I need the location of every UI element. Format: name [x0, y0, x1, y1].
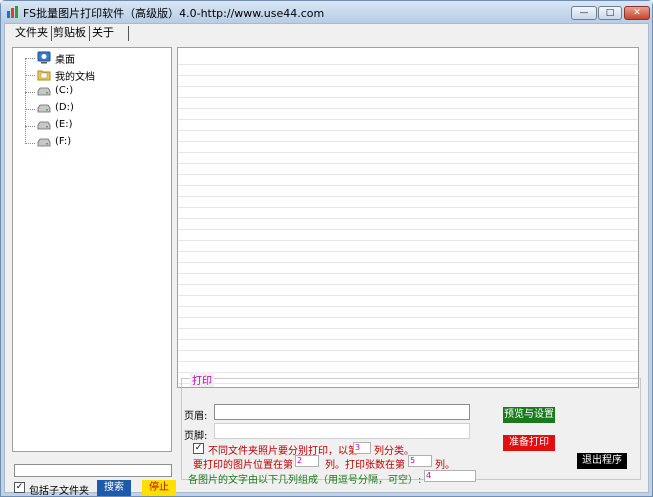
tree-item-desktop[interactable]: 桌面 [13, 50, 163, 66]
separate-folder-checkbox[interactable]: ✓ [193, 443, 204, 454]
list-row-line [178, 97, 638, 98]
list-row-line [178, 119, 638, 120]
drive-icon [37, 121, 51, 130]
list-row-line [178, 86, 638, 87]
tab-clipboard[interactable]: 剪贴板 [50, 26, 90, 41]
list-row-line [178, 251, 638, 252]
tree-item-drive-d[interactable]: (D:) [13, 101, 163, 117]
separate-folder-text-a: 不同文件夹照片要分别打印，以第 [208, 446, 358, 457]
list-row-line [178, 207, 638, 208]
image-position-text-a: 要打印的图片位置在第 [193, 460, 293, 471]
separate-column-input[interactable]: 3 [353, 442, 371, 454]
title-bar[interactable]: FS批量图片打印软件（高级版）4.0-http://www.use44.com … [1, 1, 652, 23]
header-label: 页眉: [184, 411, 208, 422]
list-row-line [178, 141, 638, 142]
tree-item-label: (D:) [55, 102, 74, 113]
path-input[interactable] [14, 464, 172, 477]
include-subfolders-checkbox[interactable]: ✓ [14, 482, 25, 493]
maximize-button[interactable]: □ [598, 6, 622, 20]
drive-icon [37, 138, 51, 147]
image-position-text-c: 列。 [435, 460, 455, 471]
window-title: FS批量图片打印软件（高级版）4.0-http://www.use44.com [23, 7, 325, 20]
list-row-line [178, 273, 638, 274]
list-row-line [178, 262, 638, 263]
list-row-line [178, 75, 638, 76]
footer-input[interactable] [214, 423, 470, 439]
tree-item-drive-e[interactable]: (E:) [13, 118, 163, 134]
list-row-line [178, 218, 638, 219]
tree-item-drive-c[interactable]: (C:) [13, 84, 163, 100]
list-row-line [178, 317, 638, 318]
list-row-line [178, 361, 638, 362]
tab-about[interactable]: 关于 [89, 26, 129, 41]
stop-button[interactable]: 停止 [142, 480, 176, 496]
exit-button[interactable]: 退出程序 [577, 453, 627, 469]
list-row-line [178, 328, 638, 329]
list-row-line [178, 372, 638, 373]
list-row-line [178, 174, 638, 175]
desktop-icon [37, 51, 51, 64]
count-column-input[interactable]: 5 [408, 455, 432, 467]
app-window: FS批量图片打印软件（高级版）4.0-http://www.use44.com … [0, 0, 653, 497]
documents-folder-icon [37, 70, 51, 81]
tree-item-label: 桌面 [55, 55, 75, 66]
list-row-line [178, 163, 638, 164]
tree-item-drive-f[interactable]: (F:) [13, 135, 163, 151]
list-row-line [178, 64, 638, 65]
tree-item-label: 我的文档 [55, 72, 95, 83]
header-input[interactable] [214, 404, 470, 420]
image-position-text-b: 列。打印张数在第 [325, 460, 405, 471]
include-subfolders-label: 包括子文件夹 [29, 486, 89, 497]
caption-columns-text: 各图片的文字由以下几列组成（用逗号分隔，可空）: [188, 475, 422, 486]
file-list[interactable] [177, 47, 639, 388]
ready-print-button[interactable]: 准备打印 [503, 435, 555, 451]
list-row-line [178, 240, 638, 241]
list-row-line [178, 284, 638, 285]
list-row-line [178, 295, 638, 296]
list-row-line [178, 339, 638, 340]
list-row-line [178, 152, 638, 153]
caption-columns-input[interactable]: 4 [424, 470, 476, 482]
list-row-line [178, 185, 638, 186]
list-row-line [178, 108, 638, 109]
tree-item-label: (F:) [55, 136, 72, 147]
preview-settings-button[interactable]: 预览与设置 [503, 407, 555, 423]
list-row-line [178, 130, 638, 131]
list-row-line [178, 196, 638, 197]
client-area: 文件夹 剪贴板 关于 桌面 我的文档 (C:) (D:) (E:) (F:) ✓… [4, 23, 649, 497]
tab-folder[interactable]: 文件夹 [12, 26, 52, 41]
image-column-input[interactable]: 2 [295, 455, 319, 467]
tree-item-label: (E:) [55, 119, 73, 130]
app-icon [7, 6, 18, 18]
close-button[interactable]: ✕ [624, 6, 650, 20]
search-button[interactable]: 搜索 [97, 480, 131, 496]
minimize-button[interactable]: — [571, 6, 597, 20]
print-group-legend: 打印 [190, 372, 214, 387]
list-row-line [178, 229, 638, 230]
footer-label: 页脚: [184, 431, 208, 442]
folder-tree[interactable]: 桌面 我的文档 (C:) (D:) (E:) (F:) [12, 47, 172, 452]
tree-item-documents[interactable]: 我的文档 [13, 67, 163, 83]
drive-icon [37, 104, 51, 113]
list-row-line [178, 306, 638, 307]
list-row-line [178, 350, 638, 351]
drive-icon [37, 87, 51, 96]
tree-item-label: (C:) [55, 85, 74, 96]
